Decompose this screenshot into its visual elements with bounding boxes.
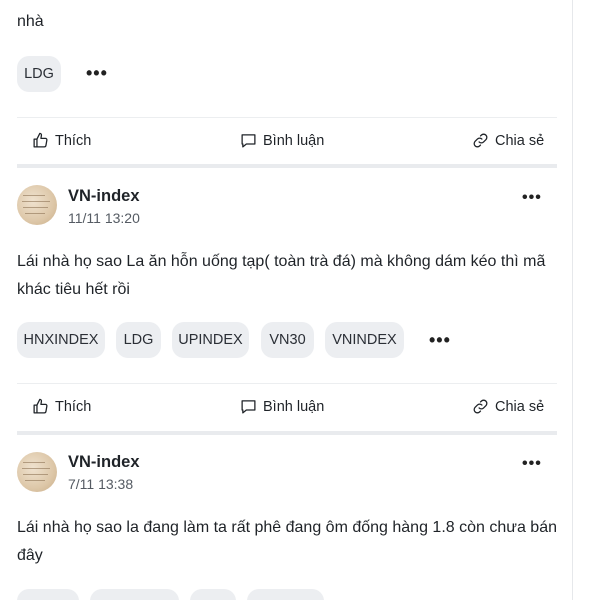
tag-chip[interactable]: HNXINDEX (17, 322, 105, 358)
like-label: Thích (55, 132, 92, 149)
post-separator (17, 431, 557, 435)
author-name[interactable]: VN-index (68, 187, 140, 206)
post-text: Lái nhà họ sao La ăn hỗn uống tạp( toàn … (17, 253, 546, 298)
post-feed: nhà LDG ••• Thích Bình luận Chia sẻ VN-i… (0, 0, 572, 600)
like-button[interactable]: Thích (32, 132, 91, 149)
share-button[interactable]: Chia sẻ (472, 132, 544, 149)
tag-chip[interactable]: VN30 (261, 322, 314, 358)
post-text: Lái nhà họ sao la đang làm ta rất phê đa… (17, 519, 557, 564)
comment-button[interactable]: Bình luận (240, 132, 324, 149)
tag-chip[interactable] (90, 589, 179, 600)
tag-chip[interactable]: VNINDEX (325, 322, 404, 358)
scroll-edge (572, 0, 573, 600)
post-time: 11/11 13:20 (68, 210, 140, 226)
post-menu-icon[interactable]: ••• (522, 456, 542, 472)
divider (17, 383, 557, 384)
tag-chip[interactable] (17, 589, 79, 600)
thumbs-up-icon (33, 398, 48, 414)
post-time: 7/11 13:38 (68, 476, 134, 492)
more-tags-icon[interactable]: ••• (86, 64, 108, 82)
share-button[interactable]: Chia sẻ (472, 398, 544, 415)
tag-chip[interactable] (247, 589, 324, 600)
like-label: Thích (55, 398, 92, 415)
comment-icon (241, 134, 256, 148)
post-separator (17, 164, 557, 168)
comment-button[interactable]: Bình luận (240, 398, 324, 415)
tag-chip[interactable]: LDG (17, 56, 61, 92)
share-link-icon (473, 133, 488, 148)
tag-chip[interactable]: UPINDEX (172, 322, 249, 358)
post-text: nhà (17, 13, 44, 30)
share-label: Chia sẻ (495, 132, 545, 149)
tag-chip[interactable] (190, 589, 236, 600)
avatar[interactable] (17, 185, 57, 225)
author-name[interactable]: VN-index (68, 453, 140, 472)
share-label: Chia sẻ (495, 398, 545, 415)
share-link-icon (473, 399, 488, 414)
comment-icon (241, 400, 256, 414)
post-menu-icon[interactable]: ••• (522, 190, 542, 206)
tag-chip[interactable]: LDG (116, 322, 161, 358)
divider (17, 117, 557, 118)
like-button[interactable]: Thích (32, 398, 91, 415)
avatar[interactable] (17, 452, 57, 492)
comment-label: Bình luận (263, 132, 325, 149)
comment-label: Bình luận (263, 398, 325, 415)
more-tags-icon[interactable]: ••• (429, 331, 451, 349)
thumbs-up-icon (33, 132, 48, 148)
